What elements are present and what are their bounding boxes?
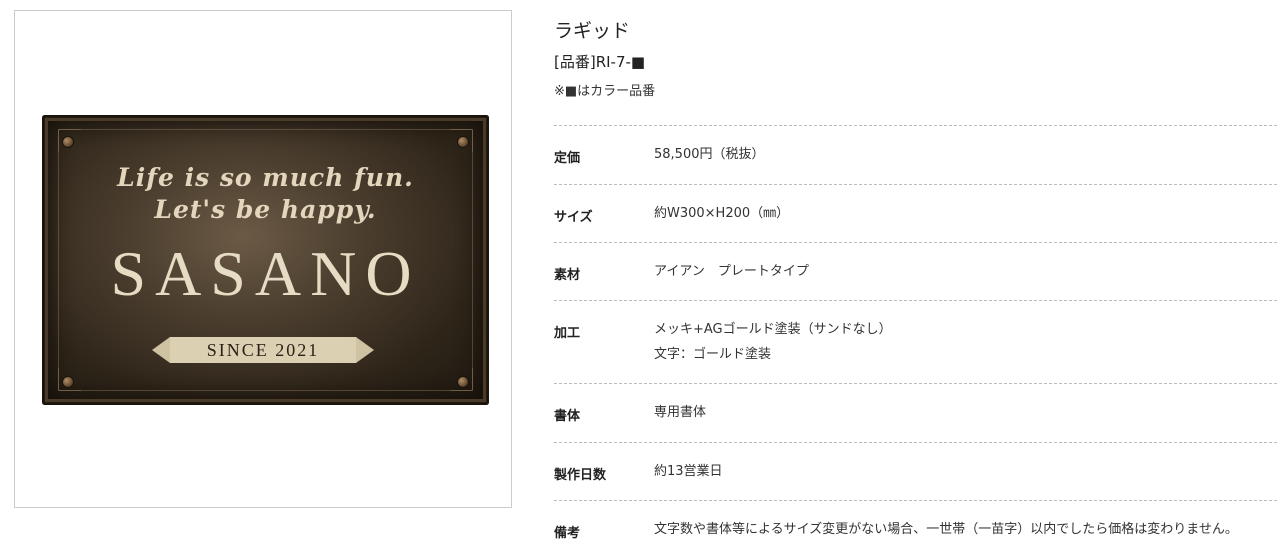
spec-row-production-days: 製作日数 約13営業日 — [554, 442, 1277, 500]
spec-value: 58,500円（税抜） — [654, 147, 765, 162]
product-title: ラギッド — [554, 20, 631, 42]
banner-tail-left — [152, 337, 170, 363]
spec-row-finish: 加工 メッキ+AGゴールド塗装（サンドなし） 文字：ゴールド塗装 — [554, 300, 1277, 383]
spec-value: 約W300×H200（㎜） — [654, 206, 790, 221]
spec-row-typeface: 書体 専用書体 — [554, 383, 1277, 442]
nameplate-image: Life is so much fun. Let's be happy. SAS… — [42, 115, 489, 405]
spec-label: 製作日数 — [554, 468, 607, 483]
corner-ornament — [450, 368, 473, 391]
spec-label: 加工 — [554, 326, 581, 341]
banner-tail-right — [356, 337, 374, 363]
corner-ornament — [450, 129, 473, 152]
spec-label: サイズ — [554, 210, 593, 225]
spec-label: 書体 — [554, 409, 581, 424]
corner-ornament — [58, 368, 81, 391]
spec-row-material: 素材 アイアン プレートタイプ — [554, 242, 1277, 300]
product-code: [品番]RI-7-■ — [554, 53, 646, 71]
spec-row-price: 定価 58,500円（税抜） — [554, 125, 1277, 184]
plate-script-line-1: Life is so much fun. — [117, 163, 414, 192]
spec-value: 専用書体 — [654, 405, 707, 420]
spec-label: 定価 — [554, 151, 581, 166]
spec-value: 約13営業日 — [654, 464, 723, 479]
spec-row-remarks: 備考 文字数や書体等によるサイズ変更がない場合、一世帯（一苗字）以内でしたら価格… — [554, 500, 1277, 549]
spec-label: 素材 — [554, 268, 581, 283]
corner-ornament — [58, 129, 81, 152]
plate-family-name: SASANO — [110, 238, 421, 309]
spec-label: 備考 — [554, 526, 581, 541]
spec-table: 定価 58,500円（税抜） サイズ 約W300×H200（㎜） 素材 アイアン… — [554, 125, 1277, 549]
spec-value: 文字数や書体等によるサイズ変更がない場合、一世帯（一苗字）以内でしたら価格は変わ… — [654, 522, 1238, 537]
plate-banner-text: SINCE 2021 — [206, 340, 320, 360]
spec-value: 文字：ゴールド塗装 — [654, 347, 772, 362]
spec-value: アイアン プレートタイプ — [654, 264, 809, 279]
product-note: ※■はカラー品番 — [554, 84, 656, 99]
product-image-frame: Life is so much fun. Let's be happy. SAS… — [14, 10, 512, 508]
spec-value: メッキ+AGゴールド塗装（サンドなし） — [654, 322, 892, 337]
plate-script-line-2: Let's be happy. — [154, 195, 377, 224]
spec-row-size: サイズ 約W300×H200（㎜） — [554, 184, 1277, 242]
